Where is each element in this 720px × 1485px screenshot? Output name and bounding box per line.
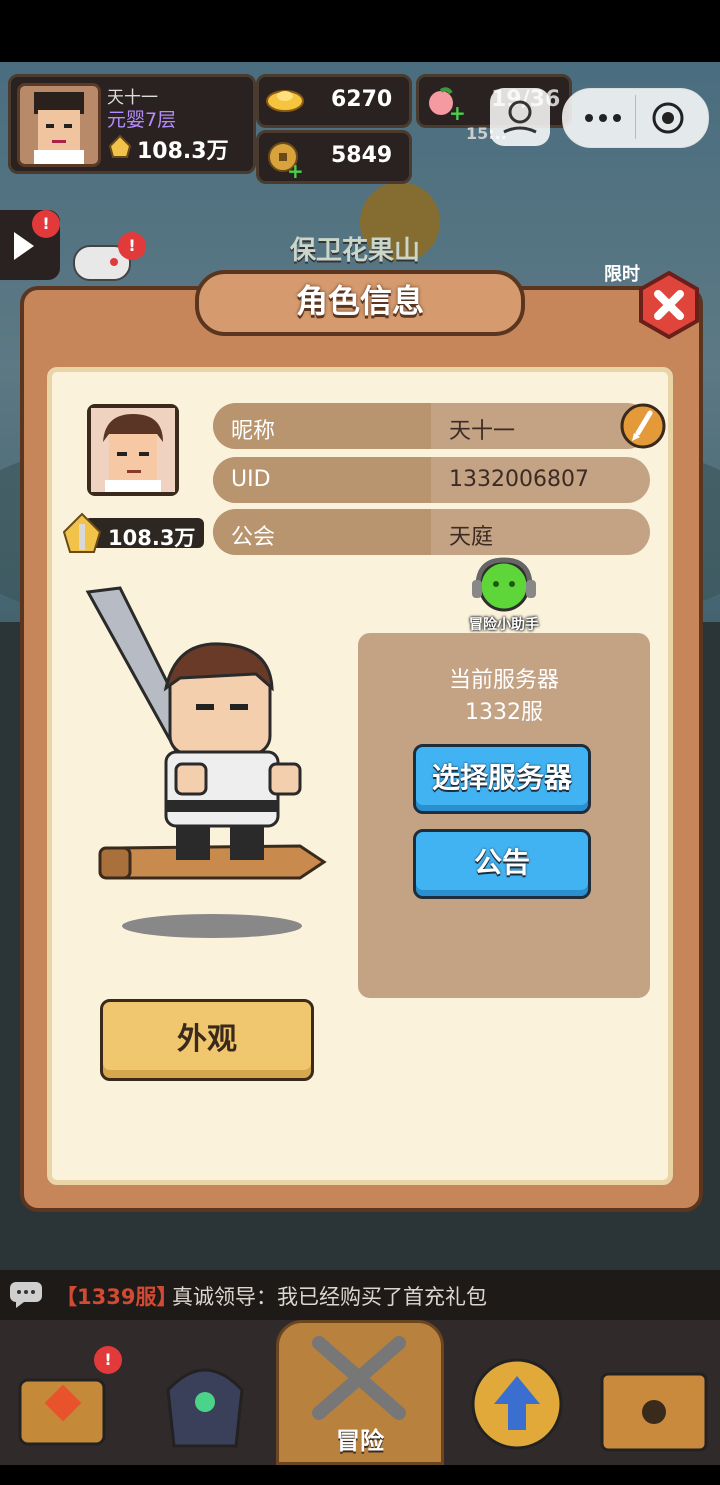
chat-server-tag: 【1339服】 [56,1285,178,1309]
helmet-power-icon [60,512,104,554]
close-dialog-button[interactable] [634,270,704,340]
nav-shop-button[interactable]: ! [10,1346,122,1450]
world-chat-bar[interactable]: 【1339服】 真诚领导：我已经购买了首充礼包 [0,1270,720,1320]
nav-adventure-label: 冒险 [336,1427,384,1455]
notice-button[interactable]: 公告 [413,829,591,899]
gesture-bar [0,1465,720,1485]
location-pin-icon [503,100,537,134]
upgrade-arrow-icon [471,1358,563,1450]
guild-value: 天庭 [449,525,494,550]
more-options-icon[interactable] [577,103,629,133]
uid-label: UID [231,467,271,492]
helper-label: 冒险小助手 [469,617,539,633]
gamepad-button[interactable]: ! [68,232,148,286]
player-power: 108.3万 [137,139,229,164]
uid-row: UID 1332006807 [213,457,650,503]
nav-chest-button[interactable] [594,1354,714,1454]
capsule-divider [635,95,636,139]
brush-icon [620,403,666,449]
headset-helper-icon [472,557,536,612]
add-stamina-icon[interactable]: + [449,101,466,125]
chat-message: 真诚领导：我已经购买了首充礼包 [172,1285,487,1309]
helmet-equipment-icon [166,1368,244,1448]
nickname-label: 昵称 [231,419,276,444]
select-server-button[interactable]: 选择服务器 [413,744,591,814]
coin-value: 5849 [331,143,393,168]
avatar-face-icon [34,92,84,164]
nickname-value: 天十一 [449,419,516,444]
character-model [80,578,340,948]
location-button[interactable] [490,88,550,146]
chat-bubble-icon [8,1280,44,1310]
notification-badge: ! [32,210,60,238]
miniprogram-capsule [562,88,709,148]
swordsman-character-icon [85,586,327,938]
player-card[interactable]: 天十一 元婴7层 108.3万 [8,74,256,174]
guild-row: 公会 天庭 [213,509,650,555]
adventure-helper-button[interactable] [468,556,540,614]
close-icon [639,270,699,340]
character-face-icon [91,408,175,492]
guild-label: 公会 [231,525,276,550]
coin-counter[interactable]: + 5849 [256,130,412,184]
appearance-button[interactable]: 外观 [100,999,314,1081]
gold-counter[interactable]: 6270 [256,74,412,128]
player-avatar [17,83,101,167]
gold-ingot-icon [265,85,305,113]
nav-equipment-button[interactable] [160,1350,250,1450]
server-title: 当前服务器 [448,668,559,693]
edit-name-button[interactable] [620,403,666,449]
character-avatar[interactable] [87,404,179,496]
notification-badge: ! [94,1346,122,1374]
gold-value: 6270 [331,87,393,112]
server-name: 1332服 [465,700,543,725]
side-video-button[interactable]: ! [0,210,60,280]
notification-badge: ! [118,232,146,260]
nickname-row: 昵称 天十一 [213,403,650,449]
bottom-navigation: ! 冒险 [0,1320,720,1465]
nav-upgrade-button[interactable] [462,1354,572,1454]
power-badge: 108.3万 [60,512,206,554]
crossed-swords-icon [312,1336,406,1420]
character-power: 108.3万 [108,526,196,550]
add-coin-icon[interactable]: + [287,159,304,183]
dialog-title: 角色信息 [295,282,424,320]
helmet-power-icon [107,133,133,159]
event-banner-title[interactable]: 保卫花果山 [290,230,420,267]
player-realm: 元婴7层 [107,109,177,131]
close-miniprogram-icon[interactable] [651,101,685,135]
uid-value: 1332006807 [449,467,589,492]
locked-chest-icon [600,1372,708,1452]
status-bar [0,0,720,62]
nav-adventure-button[interactable]: 冒险 [276,1320,444,1465]
